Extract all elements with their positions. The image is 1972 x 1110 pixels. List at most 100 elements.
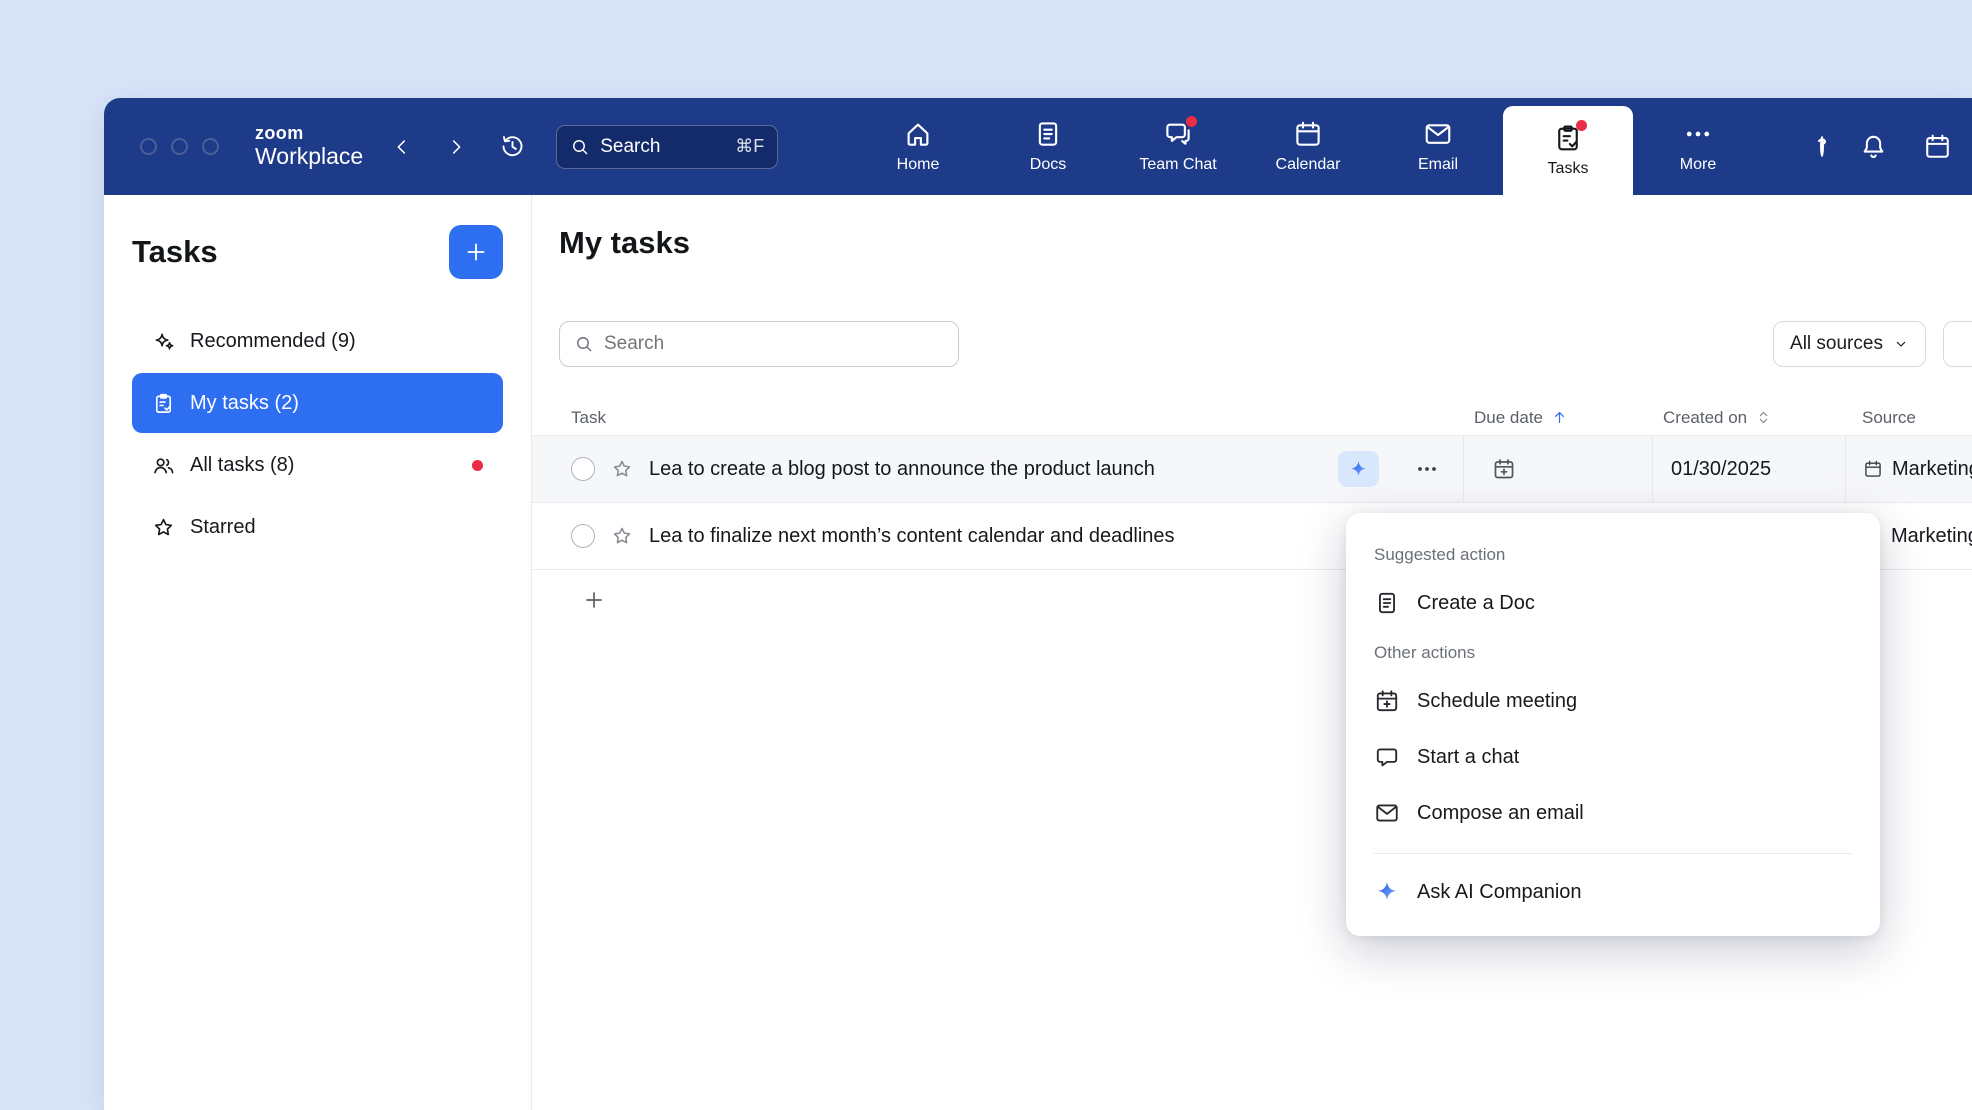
search-icon: [570, 137, 590, 157]
topbar: zoom Workplace Search ⌘F: [104, 98, 1972, 195]
source-calendar-icon: [1863, 459, 1883, 479]
notifications-button[interactable]: [1859, 132, 1888, 161]
chevron-down-icon: [1893, 336, 1909, 352]
nav-label: More: [1680, 156, 1716, 174]
zoom-workplace-logo: zoom Workplace: [255, 124, 363, 168]
nav-item-team-chat[interactable]: Team Chat: [1113, 98, 1243, 195]
column-header-due-date[interactable]: Due date: [1463, 408, 1652, 428]
nav-item-calendar[interactable]: Calendar: [1243, 98, 1373, 195]
menu-divider: [1374, 853, 1852, 854]
task-search-input[interactable]: [604, 333, 944, 355]
all-tasks-notification-dot: [472, 460, 483, 471]
task-row[interactable]: Lea to create a blog post to announce th…: [532, 436, 1972, 503]
window-close-button[interactable]: [140, 138, 157, 155]
task-title: Lea to finalize next month’s content cal…: [649, 525, 1175, 548]
window-minimize-button[interactable]: [171, 138, 188, 155]
task-more-actions-button[interactable]: [1415, 457, 1439, 481]
menu-item-label: Schedule meeting: [1417, 690, 1577, 713]
sidebar-item-label: My tasks (2): [190, 392, 299, 415]
task-complete-checkbox[interactable]: [571, 524, 595, 548]
sidebar-item-label: All tasks (8): [190, 454, 294, 477]
chat-bubble-icon: [1374, 744, 1400, 770]
task-title: Lea to create a blog post to announce th…: [649, 458, 1155, 481]
menu-item-label: Ask AI Companion: [1417, 881, 1582, 904]
menu-item-label: Compose an email: [1417, 802, 1584, 825]
nav-label: Docs: [1030, 156, 1066, 174]
nav-label: Team Chat: [1139, 156, 1216, 174]
help-button[interactable]: [1820, 138, 1824, 156]
sidebar-item-my-tasks[interactable]: My tasks (2): [132, 373, 503, 433]
menu-item-start-chat[interactable]: Start a chat: [1374, 729, 1852, 785]
column-header-label: Created on: [1663, 408, 1747, 428]
task-complete-checkbox[interactable]: [571, 457, 595, 481]
plus-icon: [463, 239, 489, 265]
search-shortcut-hint: ⌘F: [735, 136, 764, 157]
created-on-date: 01/30/2025: [1653, 458, 1771, 481]
ai-companion-actions-button[interactable]: [1338, 451, 1379, 487]
nav-item-docs[interactable]: Docs: [983, 98, 1113, 195]
calendar-panel-button[interactable]: [1923, 132, 1952, 161]
logo-workplace-text: Workplace: [255, 144, 363, 169]
new-task-button[interactable]: [449, 225, 503, 279]
source-name: Marketing: [1891, 525, 1972, 548]
sort-ascending-icon: [1551, 409, 1568, 426]
star-icon[interactable]: [611, 525, 633, 547]
menu-section-suggested: Suggested action: [1374, 543, 1852, 567]
page-title: My tasks: [559, 225, 690, 261]
sidebar-item-recommended[interactable]: Recommended (9): [132, 311, 503, 371]
menu-item-label: Create a Doc: [1417, 592, 1535, 615]
column-header-label: Due date: [1474, 408, 1543, 428]
doc-icon: [1374, 590, 1400, 616]
menu-item-schedule-meeting[interactable]: Schedule meeting: [1374, 673, 1852, 729]
sidebar-item-starred[interactable]: Starred: [132, 497, 503, 557]
sort-both-icon: [1755, 409, 1772, 426]
window-maximize-button[interactable]: [202, 138, 219, 155]
more-filters-button-partial[interactable]: [1943, 321, 1972, 367]
calendar-panel-icon: [1923, 132, 1952, 161]
star-icon[interactable]: [611, 458, 633, 480]
menu-item-create-doc[interactable]: Create a Doc: [1374, 575, 1852, 631]
add-due-date-button[interactable]: [1492, 457, 1516, 481]
sidebar-item-label: Recommended (9): [190, 330, 356, 353]
back-chevron-icon[interactable]: [391, 136, 413, 158]
global-search-button[interactable]: Search ⌘F: [556, 125, 778, 169]
sidebar-item-all-tasks[interactable]: All tasks (8): [132, 435, 503, 495]
topbar-right-actions: [1820, 98, 1972, 195]
menu-item-ask-ai-companion[interactable]: Ask AI Companion: [1374, 864, 1852, 920]
column-header-created-on[interactable]: Created on: [1652, 408, 1845, 428]
history-navigation: [391, 133, 526, 160]
tasks-icon: [1553, 123, 1583, 153]
menu-item-compose-email[interactable]: Compose an email: [1374, 785, 1852, 841]
nav-item-home[interactable]: Home: [853, 98, 983, 195]
sources-filter-label: All sources: [1790, 333, 1883, 355]
menu-item-label: Start a chat: [1417, 746, 1519, 769]
task-search-box: [559, 321, 959, 367]
global-search-label: Search: [600, 136, 660, 158]
sidebar-item-label: Starred: [190, 516, 256, 539]
nav-label: Tasks: [1548, 160, 1589, 178]
star-icon: [152, 516, 175, 539]
source-name: Marketing: [1892, 458, 1972, 481]
plus-icon: [582, 588, 606, 612]
sources-filter-dropdown[interactable]: All sources: [1773, 321, 1926, 367]
window-controls: [140, 138, 219, 155]
clipboard-check-icon: [152, 392, 175, 415]
primary-navigation: Home Docs Team Chat Calendar: [853, 98, 1763, 195]
envelope-icon: [1374, 800, 1400, 826]
nav-item-email[interactable]: Email: [1373, 98, 1503, 195]
nav-item-more[interactable]: More: [1633, 98, 1763, 195]
people-icon: [152, 454, 175, 477]
column-header-task: Task: [532, 408, 1463, 428]
home-icon: [903, 119, 933, 149]
docs-icon: [1033, 119, 1063, 149]
calendar-plus-icon: [1492, 457, 1516, 481]
nav-item-tasks[interactable]: Tasks: [1503, 106, 1633, 195]
history-clock-icon[interactable]: [499, 133, 526, 160]
forward-chevron-icon[interactable]: [445, 136, 467, 158]
more-ellipsis-icon: [1683, 119, 1713, 149]
sparkles-icon: [152, 330, 175, 353]
bell-icon: [1859, 132, 1888, 161]
sidebar-title: Tasks: [132, 234, 218, 270]
nav-label: Calendar: [1276, 156, 1341, 174]
calendar-icon: [1293, 119, 1323, 149]
